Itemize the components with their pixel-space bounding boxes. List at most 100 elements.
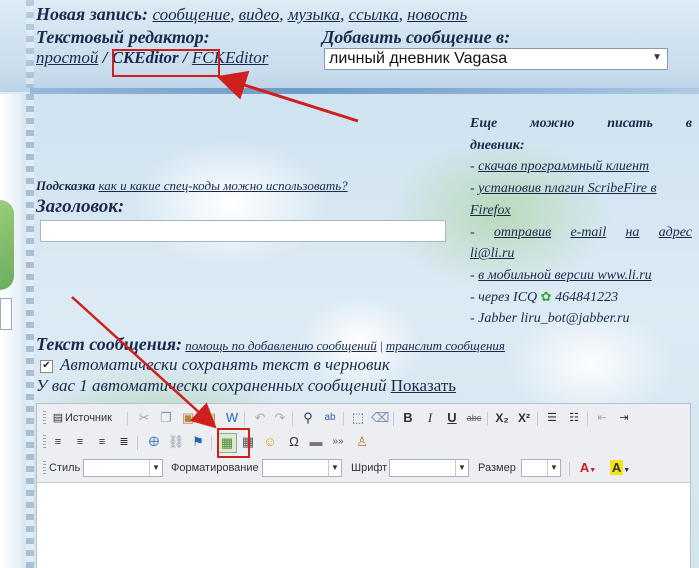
special-codes-link[interactable]: как и какие спец-коды можно использовать… bbox=[99, 178, 348, 193]
link-icon[interactable]: 🜨 bbox=[145, 433, 163, 451]
paste-word-icon[interactable]: W bbox=[223, 409, 241, 427]
chevron-down-icon: ▼ bbox=[149, 460, 162, 476]
ckeditor: ▤ Источник ✂ ❐ ▣ ▤ W ↶ ↷ ⚲ ab ⬚ ⌫ B I U … bbox=[36, 403, 691, 568]
chevron-down-icon: ▼ bbox=[455, 460, 468, 476]
email-link-word[interactable]: на bbox=[625, 222, 639, 244]
decorative-lace-border bbox=[26, 94, 34, 568]
paste-icon[interactable]: ▣ bbox=[179, 409, 197, 427]
editor-content-area[interactable] bbox=[37, 482, 690, 568]
undo-icon[interactable]: ↶ bbox=[251, 409, 269, 427]
list-bullet: - bbox=[470, 181, 479, 197]
icq-flower-icon: ✿ bbox=[540, 289, 552, 305]
replace-icon[interactable]: ab bbox=[321, 409, 339, 427]
email-link-word[interactable]: e-mail bbox=[570, 222, 606, 244]
message-header-row: Текст сообщения: помощь по добавлению со… bbox=[36, 334, 505, 355]
autosave-label: Автоматически сохранять текст в черновик bbox=[60, 355, 390, 374]
toolbar-row-1: ▤ Источник ✂ ❐ ▣ ▤ W ↶ ↷ ⚲ ab ⬚ ⌫ B I U … bbox=[41, 409, 686, 431]
format-combo[interactable]: ▼ bbox=[262, 459, 342, 477]
font-combo[interactable]: ▼ bbox=[389, 459, 469, 477]
chevron-down-icon: ▼ bbox=[328, 460, 341, 476]
list-bullet: - bbox=[470, 224, 475, 240]
remove-format-icon[interactable]: ⌫ bbox=[371, 409, 389, 427]
align-center-icon[interactable]: ≡ bbox=[71, 433, 89, 451]
toolbar-grip bbox=[43, 461, 46, 476]
outdent-icon[interactable]: ⇤ bbox=[593, 409, 611, 427]
entry-type-music-link[interactable]: музыка bbox=[288, 5, 340, 24]
align-left-icon[interactable]: ≡ bbox=[49, 433, 67, 451]
special-char-button[interactable]: Ω bbox=[285, 433, 303, 451]
entry-type-news-link[interactable]: новость bbox=[407, 5, 467, 24]
hint-row: Подсказка как и какие спец-коды можно ис… bbox=[36, 178, 348, 194]
select-all-icon[interactable]: ⬚ bbox=[349, 409, 367, 427]
separator bbox=[343, 412, 344, 426]
underline-button[interactable]: U bbox=[443, 409, 461, 427]
title-input[interactable] bbox=[40, 220, 446, 242]
paste-text-icon[interactable]: ▤ bbox=[201, 409, 219, 427]
format-label: Форматирование bbox=[171, 462, 259, 474]
jabber-text: - Jabber liru_bot@jabber.ru bbox=[470, 311, 630, 327]
list-item: - через ICQ ✿ 464841223 bbox=[470, 287, 692, 309]
editor-simple-link[interactable]: простой bbox=[36, 48, 98, 67]
horizontal-rule-icon[interactable]: ▬ bbox=[307, 433, 325, 451]
decorative-lace-border-top bbox=[26, 0, 34, 88]
show-saved-link[interactable]: Показать bbox=[391, 376, 456, 395]
email-address-link[interactable]: li@li.ru bbox=[470, 246, 514, 261]
mobile-version-link[interactable]: в мобильной версии www.li.ru bbox=[478, 268, 652, 283]
anchor-flag-icon[interactable]: ⚑ bbox=[189, 433, 207, 451]
subscript-button[interactable]: X₂ bbox=[493, 409, 511, 427]
download-client-link[interactable]: скачав программный клиент bbox=[478, 159, 649, 174]
unlink-icon[interactable]: ⛓ bbox=[167, 433, 185, 451]
entry-type-link-link[interactable]: ссылка bbox=[349, 5, 399, 24]
email-link-word[interactable]: отправив bbox=[494, 222, 551, 244]
redo-icon[interactable]: ↷ bbox=[271, 409, 289, 427]
user-icon[interactable]: ♙ bbox=[353, 433, 371, 451]
separator bbox=[244, 412, 245, 426]
scribefire-link-cont[interactable]: Firefox bbox=[470, 203, 511, 218]
title-word: можно bbox=[530, 116, 575, 131]
title-word: в bbox=[685, 116, 692, 131]
bold-button[interactable]: B bbox=[399, 409, 417, 427]
list-bullet: - bbox=[470, 159, 479, 175]
entry-type-message-link[interactable]: сообщение bbox=[152, 5, 230, 24]
bg-color-button[interactable]: A ▼ bbox=[607, 459, 633, 477]
cut-icon[interactable]: ✂ bbox=[135, 409, 153, 427]
separator: , bbox=[340, 5, 345, 24]
scribefire-link[interactable]: установив плагин ScribeFire в bbox=[478, 181, 656, 196]
help-adding-link[interactable]: помощь по добавлению сообщений bbox=[185, 338, 376, 353]
size-combo[interactable]: ▼ bbox=[521, 459, 561, 477]
superscript-button[interactable]: X² bbox=[515, 409, 533, 427]
new-entry-row: Новая запись: сообщение, видео, музыка, … bbox=[36, 4, 467, 25]
autosave-checkbox[interactable]: ✔ bbox=[40, 360, 53, 373]
diary-select[interactable]: личный дневник Vagasa ▼ bbox=[324, 48, 668, 70]
other-ways-title-2: дневник: bbox=[470, 137, 525, 153]
list-bullet: - bbox=[470, 267, 479, 283]
list-item-cont: li@li.ru bbox=[470, 243, 692, 265]
indent-icon[interactable]: ⇥ bbox=[615, 409, 633, 427]
smiley-icon[interactable]: ☺ bbox=[261, 433, 279, 451]
find-icon[interactable]: ⚲ bbox=[299, 409, 317, 427]
bulleted-list-icon[interactable]: ☷ bbox=[565, 409, 583, 427]
list-item-cont: Firefox bbox=[470, 200, 692, 222]
more-button[interactable]: »» bbox=[329, 433, 347, 451]
chevron-down-icon: ▼ bbox=[547, 460, 560, 476]
copy-icon[interactable]: ❐ bbox=[157, 409, 175, 427]
italic-button[interactable]: I bbox=[421, 409, 439, 427]
entry-type-video-link[interactable]: видео bbox=[239, 5, 280, 24]
toolbar-row-2: ≡ ≡ ≡ ≣ 🜨 ⛓ ⚑ ▦ ▦ ☺ Ω ▬ »» ♙ bbox=[41, 433, 686, 455]
source-button[interactable]: Источник bbox=[65, 409, 125, 427]
left-widget-fragment bbox=[0, 298, 12, 330]
editor-separator: / bbox=[102, 48, 108, 67]
email-link-word[interactable]: адрес bbox=[659, 222, 692, 244]
separator bbox=[292, 412, 293, 426]
text-color-button[interactable]: A▼ bbox=[575, 459, 601, 477]
translit-link[interactable]: транслит сообщения bbox=[386, 338, 505, 353]
align-right-icon[interactable]: ≡ bbox=[93, 433, 111, 451]
numbered-list-icon[interactable]: ☰ bbox=[543, 409, 561, 427]
style-combo[interactable]: ▼ bbox=[83, 459, 163, 477]
align-justify-icon[interactable]: ≣ bbox=[115, 433, 133, 451]
bg-color-glyph: A bbox=[609, 460, 624, 475]
strike-button[interactable]: abc bbox=[465, 409, 483, 427]
separator bbox=[211, 436, 212, 450]
size-label: Размер bbox=[478, 462, 516, 474]
annotation-box-ckeditor bbox=[112, 49, 220, 77]
